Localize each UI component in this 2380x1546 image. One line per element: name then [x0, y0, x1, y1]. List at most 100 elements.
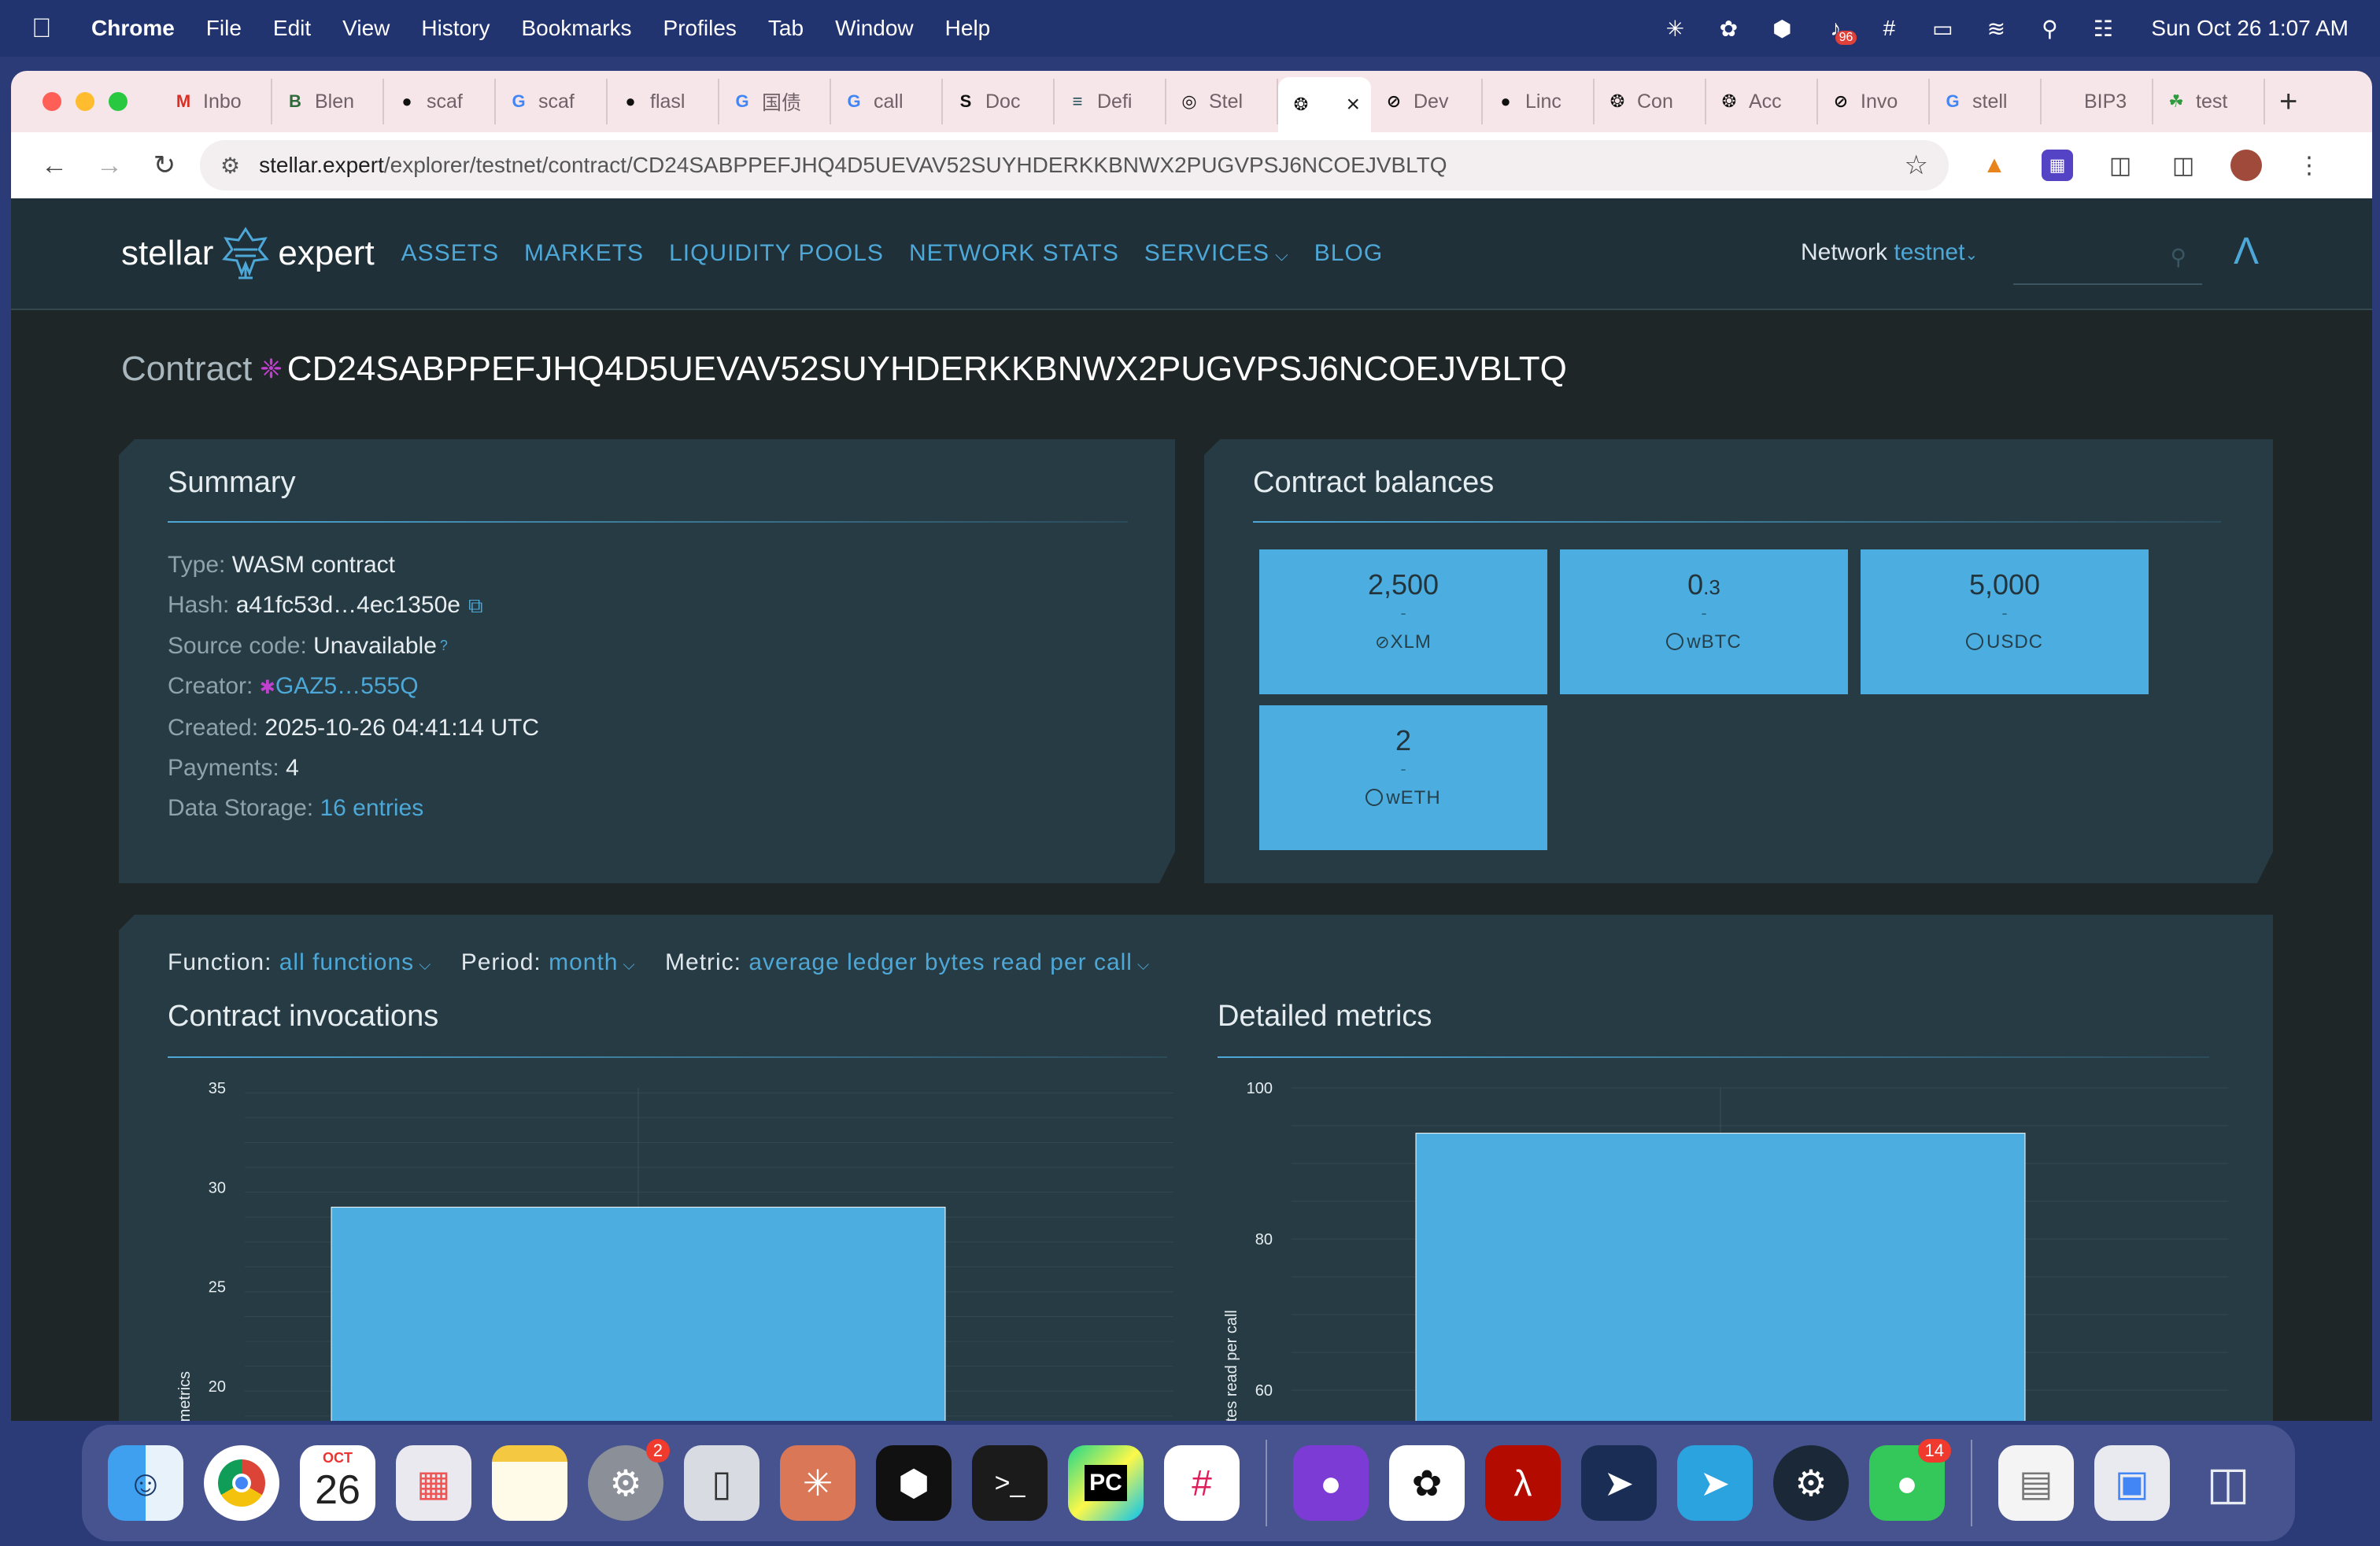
github-desktop-icon[interactable]: ● [1293, 1445, 1369, 1521]
browser-tab[interactable]: ❂ Acc [1706, 79, 1818, 124]
browser-tab[interactable]: Gstell [1930, 79, 2042, 124]
balance-tile-weth[interactable]: 2 - wETH [1259, 705, 1547, 850]
notes-icon[interactable] [492, 1445, 567, 1521]
browser-tab[interactable]: ❂ × [1278, 77, 1371, 132]
chatgpt-tray-icon[interactable]: ✿ [1715, 17, 1742, 41]
system-settings-icon[interactable]: ⚙ 2 [588, 1439, 670, 1521]
menu-profiles[interactable]: Profiles [663, 16, 737, 41]
browser-tab[interactable]: ● flasl [608, 79, 719, 124]
summary-creator-link[interactable]: GAZ5…555Q [275, 673, 419, 699]
browser-tab[interactable]: ❂ Con [1595, 79, 1706, 124]
direct-icon[interactable]: ➤ [1581, 1445, 1657, 1521]
browser-tab[interactable]: ☘ test [2153, 79, 2265, 124]
nav-assets[interactable]: ASSETS [401, 240, 499, 267]
zoom-window-button[interactable] [109, 92, 128, 111]
battery-icon[interactable]: ▭ [1929, 17, 1956, 41]
control-center-icon[interactable]: ☷ [2090, 17, 2116, 41]
acrobat-icon[interactable]: λ [1485, 1445, 1561, 1521]
extensions-puzzle-icon[interactable]: ◫ [2105, 150, 2136, 181]
pycharm-icon[interactable]: PC [1068, 1445, 1144, 1521]
function-filter-dropdown[interactable]: all functions [279, 949, 432, 975]
claude-tray-icon[interactable]: ✳ [1661, 17, 1688, 41]
purple-extension-icon[interactable]: ▦ [2042, 150, 2073, 181]
minimize-window-button[interactable] [76, 92, 94, 111]
menu-bookmarks[interactable]: Bookmarks [521, 16, 631, 41]
messages-icon[interactable]: ● 14 [1869, 1439, 1951, 1521]
copy-icon[interactable]: ⧉ [468, 594, 483, 617]
search-input[interactable]: ⚲ [2013, 222, 2202, 285]
menu-clock[interactable]: Sun Oct 26 1:07 AM [2151, 16, 2349, 41]
terminal-icon[interactable]: >_ [972, 1445, 1048, 1521]
url-text[interactable]: stellar.expert/explorer/testnet/contract… [259, 153, 1904, 178]
claude-icon[interactable]: ✳ [780, 1445, 856, 1521]
calendar-icon[interactable]: OCT 26 [300, 1445, 375, 1521]
browser-tab[interactable]: G 国债 [719, 79, 831, 124]
reload-icon[interactable]: ↻ [137, 150, 192, 181]
bar-segment[interactable] [1415, 1133, 2026, 1421]
trash-icon[interactable]: ◫ [2190, 1445, 2266, 1521]
steam-icon[interactable]: ⚙ [1773, 1445, 1849, 1521]
site-info-icon[interactable]: ⚙ [220, 153, 240, 179]
chatgpt-icon[interactable]: ✿ [1389, 1445, 1465, 1521]
forward-arrow-icon[interactable]: → [82, 150, 137, 181]
document-icon[interactable]: ▤ [1998, 1445, 2074, 1521]
menu-tab[interactable]: Tab [768, 16, 804, 41]
network-selector[interactable]: Network testnet⌄ [1801, 239, 1978, 266]
browser-tab[interactable]: ● Linc [1483, 79, 1595, 124]
address-bar[interactable]: ⚙ stellar.expert/explorer/testnet/contra… [200, 140, 1949, 190]
hashtag-tray-icon[interactable]: # [1876, 16, 1902, 40]
period-filter-dropdown[interactable]: month [549, 949, 636, 975]
nav-markets[interactable]: MARKETS [524, 240, 644, 267]
menu-view[interactable]: View [342, 16, 390, 41]
stellar-expert-logo[interactable]: stellar expert [121, 226, 375, 281]
browser-tab[interactable]: ◎ Stel [1166, 79, 1278, 124]
new-tab-button[interactable]: + [2279, 84, 2297, 120]
finder-icon[interactable]: ☺ [108, 1445, 183, 1521]
back-arrow-icon[interactable]: ← [27, 150, 82, 181]
close-window-button[interactable] [42, 92, 61, 111]
menu-edit[interactable]: Edit [273, 16, 311, 41]
browser-tab[interactable]: Gcall [831, 79, 943, 124]
search-icon[interactable]: ⚲ [2170, 244, 2186, 270]
bookmark-star-icon[interactable]: ☆ [1905, 150, 1928, 181]
chrome-menu-icon[interactable]: ⋮ [2293, 150, 2325, 181]
contract-id[interactable]: CD24SABPPEFJHQ4D5UEVAV52SUYHDERKKBNWX2PU… [287, 350, 1567, 389]
nav-network-stats[interactable]: NETWORK STATS [909, 240, 1119, 267]
telegram-icon[interactable]: ➤ [1677, 1445, 1753, 1521]
tab-search-icon[interactable]: ◫ [2168, 150, 2199, 181]
balance-tile-wbtc[interactable]: 0.3 - wBTC [1560, 549, 1848, 694]
nav-liquidity-pools[interactable]: LIQUIDITY POOLS [669, 240, 884, 267]
browser-tab[interactable]: BIP3 [2042, 79, 2153, 124]
browser-tab[interactable]: ≡ Defi [1055, 79, 1166, 124]
slack-icon[interactable]: # [1164, 1445, 1240, 1521]
browser-tab[interactable]: ⊘ Invo [1818, 79, 1930, 124]
browser-tab[interactable]: ● scaf [384, 79, 496, 124]
metric-filter-dropdown[interactable]: average ledger bytes read per call [748, 949, 1150, 975]
browser-tab[interactable]: M Inbo [161, 79, 272, 124]
menu-window[interactable]: Window [835, 16, 914, 41]
launchpad-icon[interactable]: ▦ [396, 1445, 471, 1521]
spotlight-search-icon[interactable]: ⚲ [2036, 17, 2063, 41]
balance-tile-xlm[interactable]: 2,500 - ⊘XLM [1259, 549, 1547, 694]
browser-tab[interactable]: S Doc [943, 79, 1055, 124]
help-icon[interactable]: ? [440, 638, 448, 653]
nav-services-dropdown[interactable]: SERVICES [1144, 240, 1289, 267]
menu-file[interactable]: File [206, 16, 242, 41]
close-tab-icon[interactable]: × [1346, 91, 1360, 118]
summary-hash-value[interactable]: a41fc53d…4ec1350e [236, 592, 460, 618]
cube-tray-icon[interactable]: ⬢ [1768, 17, 1795, 41]
balance-tile-usdc[interactable]: 5,000 - USDC [1861, 549, 2149, 694]
wifi-icon[interactable]: ≋ [1983, 17, 2009, 41]
nav-blog[interactable]: BLOG [1314, 240, 1383, 267]
apple-menu-icon[interactable]:  [31, 13, 63, 44]
browser-tab[interactable]: Gscaf [496, 79, 608, 124]
menu-help[interactable]: Help [945, 16, 991, 41]
profile-avatar[interactable] [2230, 150, 2262, 181]
summary-storage-link[interactable]: 16 entries [320, 795, 423, 821]
metamask-extension-icon[interactable]: ▲ [1979, 150, 2010, 181]
browser-tab[interactable]: B Blen [272, 79, 384, 124]
menu-history[interactable]: History [421, 16, 490, 41]
preview-icon[interactable]: ▣ [2094, 1445, 2170, 1521]
browser-tab[interactable]: ⊘ Dev [1371, 79, 1483, 124]
battery-app-tray-icon[interactable]: ♪ 96 [1822, 16, 1857, 45]
